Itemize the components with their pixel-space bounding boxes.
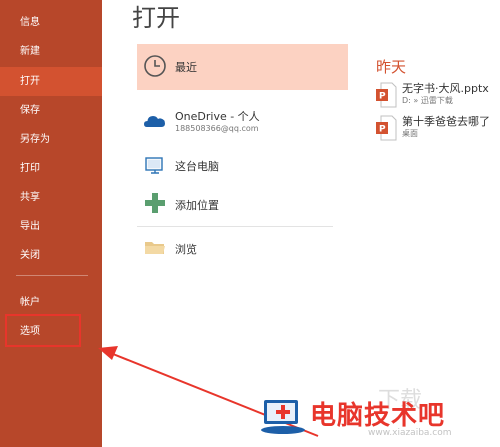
location-account-email: 188508366@qq.com (175, 124, 259, 133)
location-label: 这台电脑 (175, 160, 219, 173)
folder-icon (145, 242, 165, 254)
location-add-place[interactable]: 添加位置 (137, 181, 348, 227)
plus-icon (145, 193, 165, 213)
sidebar-divider (16, 275, 88, 276)
location-label: 最近 (175, 61, 197, 74)
location-browse[interactable]: 浏览 (137, 225, 348, 271)
recent-file-path: D: » 迅雷下载 (402, 96, 453, 105)
sidebar-item-save-as[interactable]: 另存为 (0, 125, 102, 154)
sidebar-item-print[interactable]: 打印 (0, 154, 102, 183)
watermark-title: 电脑技术吧 (310, 401, 446, 431)
recent-file-name: 第十季爸爸去哪了 (402, 115, 490, 128)
sidebar-item-save[interactable]: 保存 (0, 96, 102, 125)
sidebar-item-info[interactable]: 信息 (0, 8, 102, 37)
recent-file-item[interactable]: P 第十季爸爸去哪了 桌面 (372, 113, 500, 147)
options-highlight-box (5, 314, 81, 347)
recent-file-item[interactable]: P 无字书·大风.pptx D: » 迅雷下载 (372, 80, 500, 114)
backstage-sidebar: 信息 新建 打开 保存 另存为 打印 共享 导出 关闭 帐户 选项 (0, 0, 102, 447)
computer-icon (145, 157, 163, 174)
sidebar-item-new[interactable]: 新建 (0, 37, 102, 66)
sidebar-item-export[interactable]: 导出 (0, 212, 102, 241)
clock-icon (144, 55, 166, 77)
sidebar-item-account[interactable]: 帐户 (0, 288, 102, 317)
site-watermark: 下载 电脑技术吧 www.xiazaiba.com (258, 386, 500, 447)
recent-file-path: 桌面 (402, 129, 418, 138)
sidebar-item-open[interactable]: 打开 (0, 67, 102, 96)
recent-section-heading: 昨天 (376, 58, 407, 76)
svg-text:P: P (379, 125, 386, 135)
page-title: 打开 (132, 4, 180, 32)
onedrive-cloud-icon (144, 116, 165, 127)
svg-text:P: P (379, 92, 386, 102)
location-onedrive[interactable]: OneDrive - 个人 188508366@qq.com (137, 99, 348, 145)
location-label: 浏览 (175, 243, 197, 256)
watermark-monitor-logo-icon (261, 400, 305, 434)
location-recent[interactable]: 最近 (137, 44, 348, 90)
location-label: OneDrive - 个人 (175, 110, 260, 123)
recent-file-text: 第十季爸爸去哪了 桌面 (394, 113, 500, 147)
sidebar-item-share[interactable]: 共享 (0, 183, 102, 212)
location-label: 添加位置 (175, 199, 219, 212)
recent-file-name: 无字书·大风.pptx (402, 82, 489, 95)
watermark-url: www.xiazaiba.com (368, 428, 452, 438)
recent-file-text: 无字书·大风.pptx D: » 迅雷下载 (394, 80, 500, 114)
sidebar-item-close[interactable]: 关闭 (0, 241, 102, 270)
